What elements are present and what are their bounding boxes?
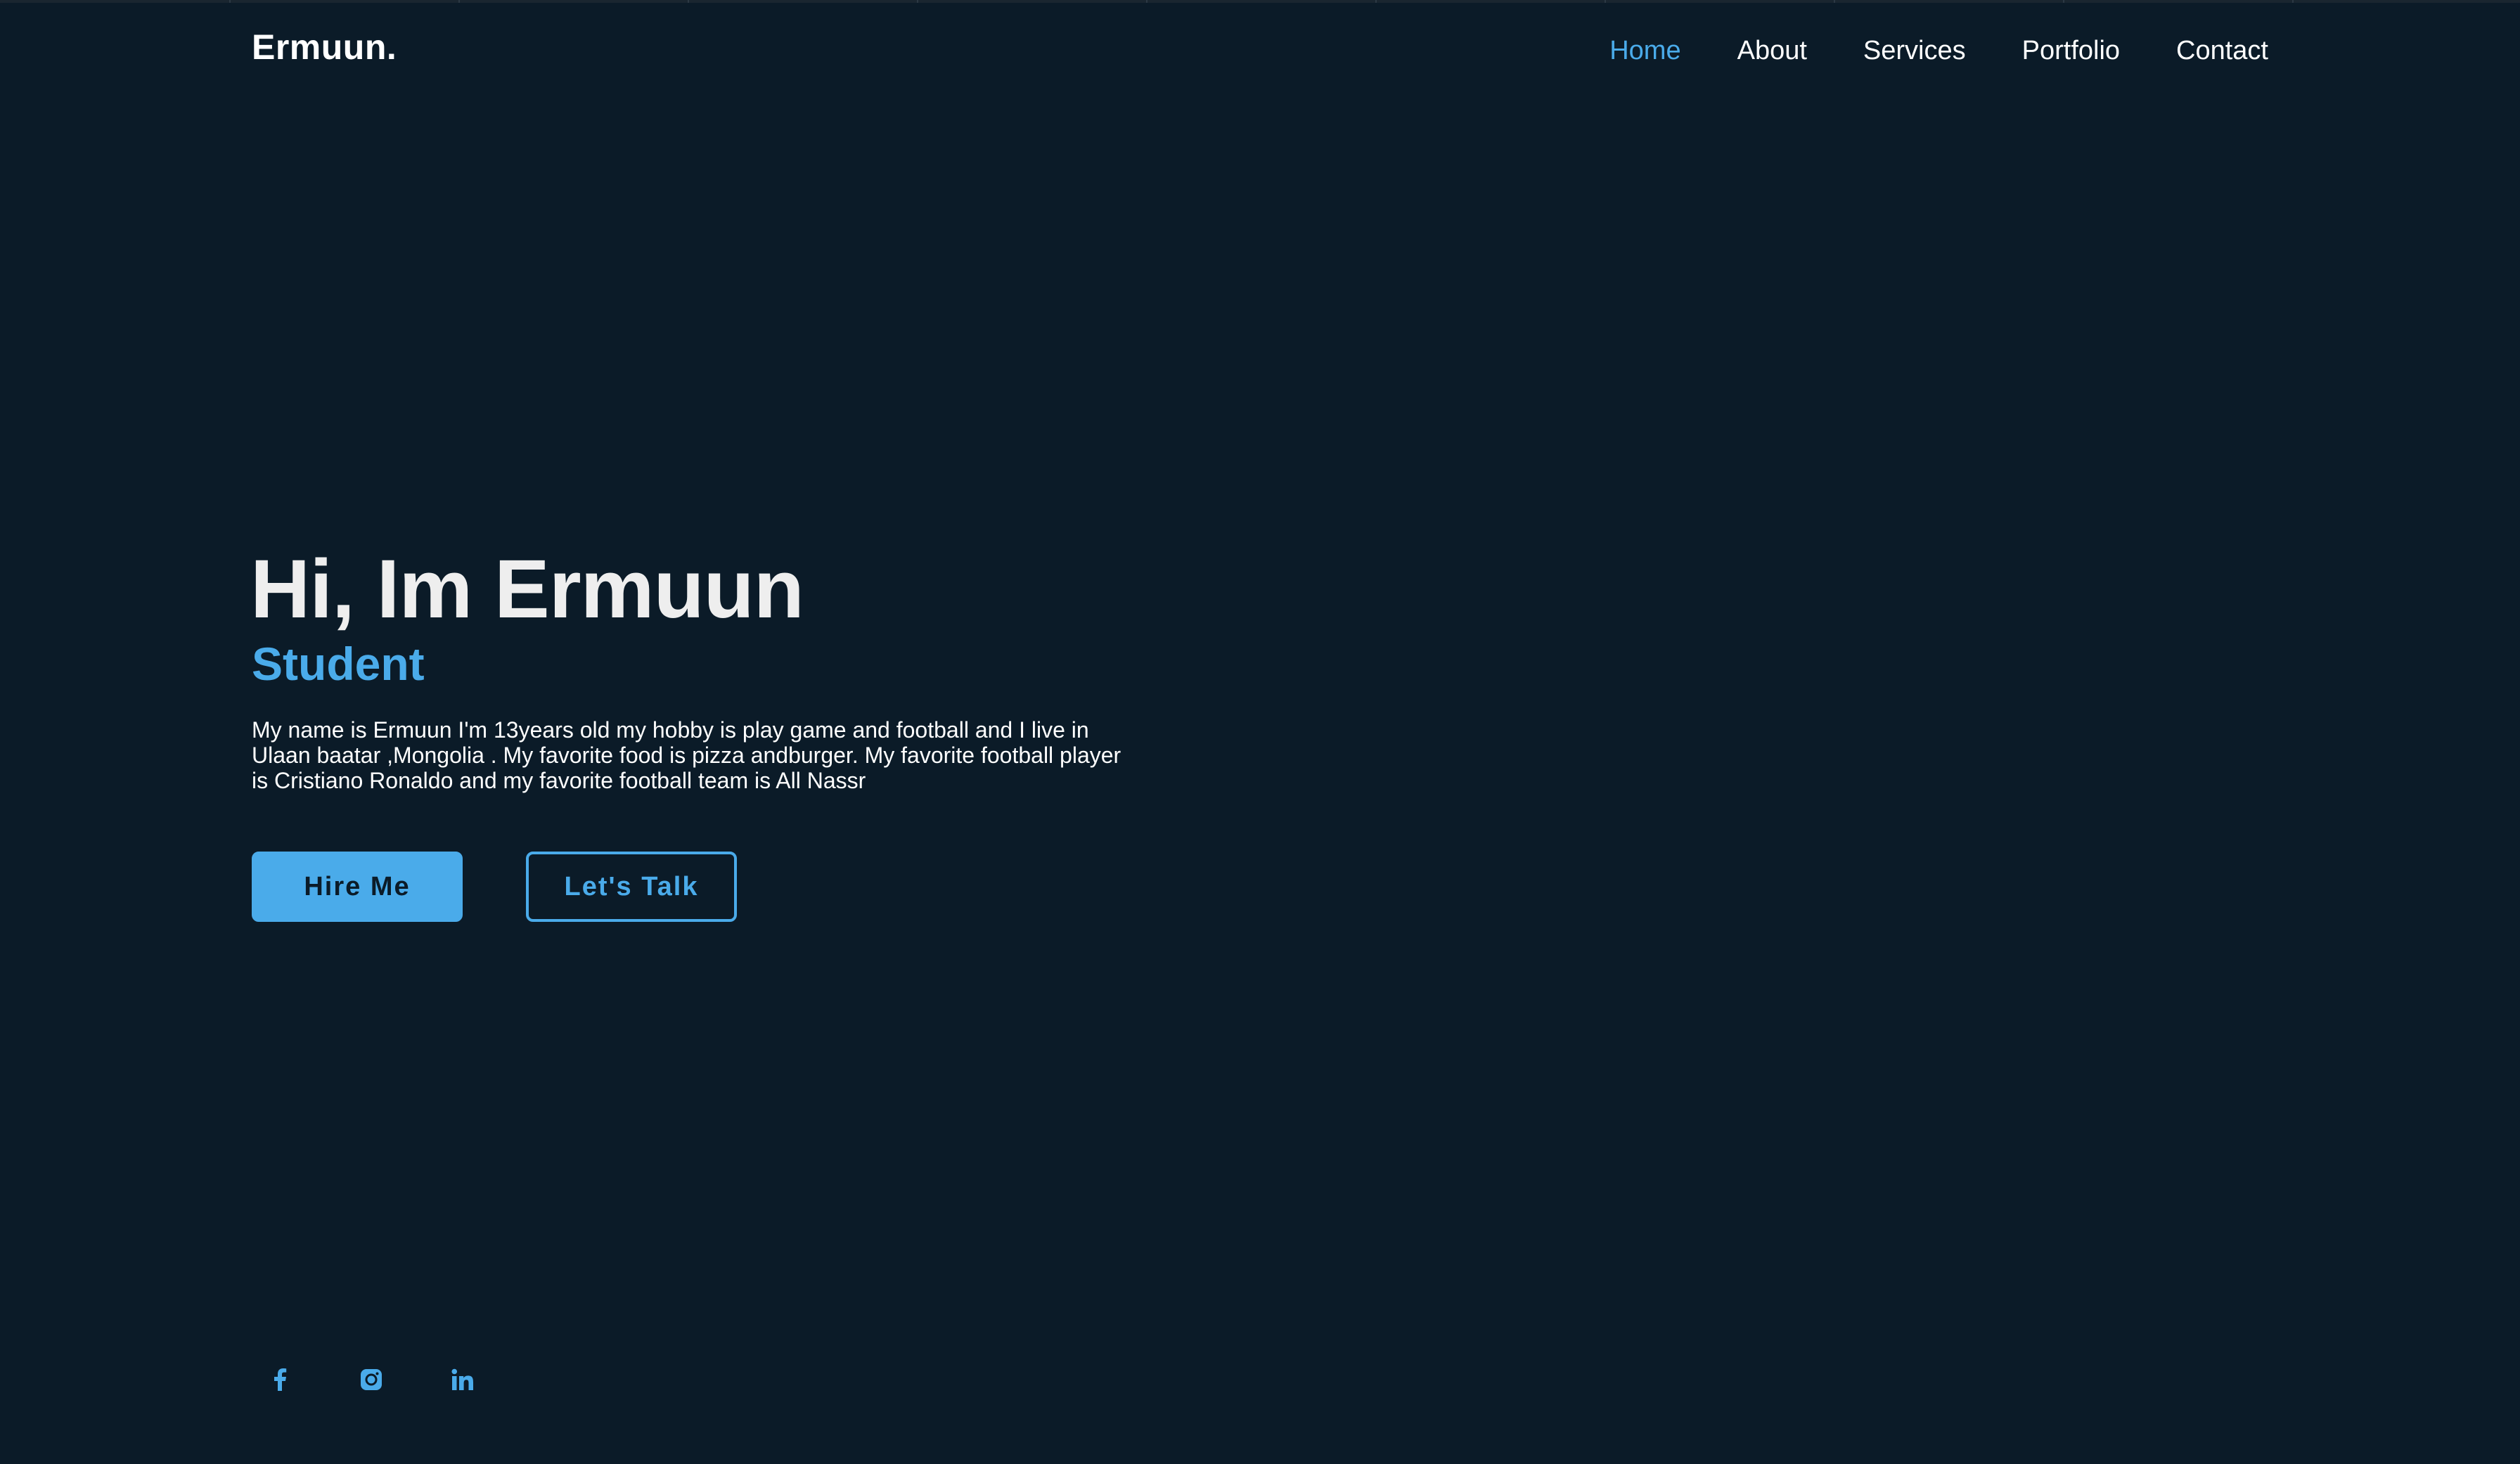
hero-subtitle: Student (252, 638, 425, 690)
facebook-icon (272, 1368, 288, 1391)
hire-me-button[interactable]: Hire Me (252, 852, 463, 922)
lets-talk-button[interactable]: Let's Talk (526, 852, 737, 922)
nav-link-about[interactable]: About (1737, 34, 1807, 68)
instagram-link[interactable] (353, 1361, 390, 1398)
linkedin-icon (451, 1368, 474, 1391)
nav-link-portfolio[interactable]: Portfolio (2022, 34, 2120, 68)
site-header: Ermuun. Home About Services Portfolio Co… (0, 0, 2520, 102)
facebook-link[interactable] (262, 1361, 298, 1398)
main-nav: Home About Services Portfolio Contact (1609, 34, 2268, 68)
site-logo[interactable]: Ermuun. (252, 27, 397, 68)
nav-link-services[interactable]: Services (1863, 34, 1966, 68)
nav-link-contact[interactable]: Contact (2176, 34, 2268, 68)
hero-description: My name is Ermuun I'm 13years old my hob… (252, 717, 1121, 793)
linkedin-link[interactable] (444, 1361, 481, 1398)
instagram-icon (360, 1368, 382, 1391)
hero-title: Hi, Im Ermuun (250, 543, 804, 636)
nav-link-home[interactable]: Home (1609, 34, 1680, 68)
